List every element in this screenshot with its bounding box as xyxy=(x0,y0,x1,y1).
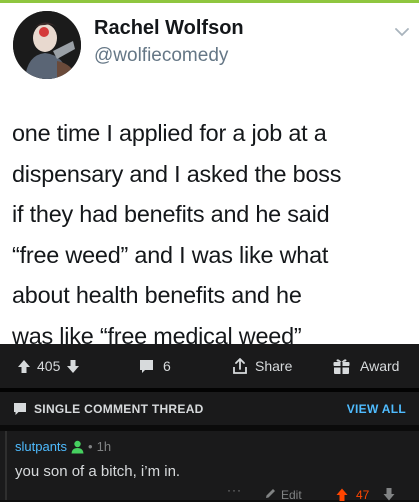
post-action-bar: 405 6 Share Award xyxy=(0,344,419,388)
comment-count: 6 xyxy=(163,358,171,374)
share-label: Share xyxy=(255,358,293,374)
comment-body: you son of a bitch, i’m in. xyxy=(15,463,181,480)
tweet-text: one time I applied for a job at a dispen… xyxy=(12,113,416,344)
tweet-image[interactable]: Rachel Wolfson @wolfiecomedy one time I … xyxy=(0,0,419,344)
user-icon xyxy=(71,440,84,453)
pencil-icon xyxy=(266,489,275,498)
chevron-down-icon xyxy=(395,28,409,37)
more-options-button[interactable]: ··· xyxy=(227,483,242,497)
meta-separator: • xyxy=(88,439,93,454)
tweet-top-border xyxy=(0,0,419,3)
comments-button[interactable]: 6 xyxy=(139,344,171,388)
thread-title: SINGLE COMMENT THREAD xyxy=(34,402,204,416)
gift-icon xyxy=(333,358,350,374)
comment-meta: slutpants • 1h xyxy=(15,439,111,454)
comment-author[interactable]: slutpants xyxy=(15,439,67,454)
comment-icon xyxy=(140,359,153,373)
comment-age: 1h xyxy=(96,439,112,454)
tweet-text-line: dispensary and I asked the boss xyxy=(12,160,342,187)
award-label: Award xyxy=(360,358,400,374)
share-icon xyxy=(233,358,247,374)
comment-actions: ··· Edit 47 xyxy=(0,483,419,502)
upvote-icon[interactable] xyxy=(336,488,348,501)
tweet-text-line: was like “free medical weed” xyxy=(12,322,302,345)
tweet-text-line: about health benefits and he xyxy=(12,282,302,308)
award-button[interactable]: Award xyxy=(333,344,399,388)
author-name: Rachel Wolfson xyxy=(94,17,244,39)
share-button[interactable]: Share xyxy=(233,344,292,388)
vote-group: 405 xyxy=(17,344,80,388)
avatar xyxy=(13,11,81,79)
upvote-icon[interactable] xyxy=(17,359,31,374)
downvote-icon[interactable] xyxy=(383,488,395,501)
tweet-text-line: “free weed” and I was like what xyxy=(12,241,329,268)
tweet-text-line: one time I applied for a job at a xyxy=(12,120,327,146)
view-all-link[interactable]: VIEW ALL xyxy=(347,402,406,416)
downvote-icon[interactable] xyxy=(66,359,80,374)
tweet-text-line: if they had benefits and he said xyxy=(12,201,330,227)
vote-count: 405 xyxy=(37,358,61,374)
author-handle: @wolfiecomedy xyxy=(94,45,229,66)
comment-icon xyxy=(14,403,26,415)
comment: slutpants • 1h you son of a bitch, i’m i… xyxy=(0,431,419,502)
thread-header: SINGLE COMMENT THREAD VIEW ALL xyxy=(0,392,419,425)
